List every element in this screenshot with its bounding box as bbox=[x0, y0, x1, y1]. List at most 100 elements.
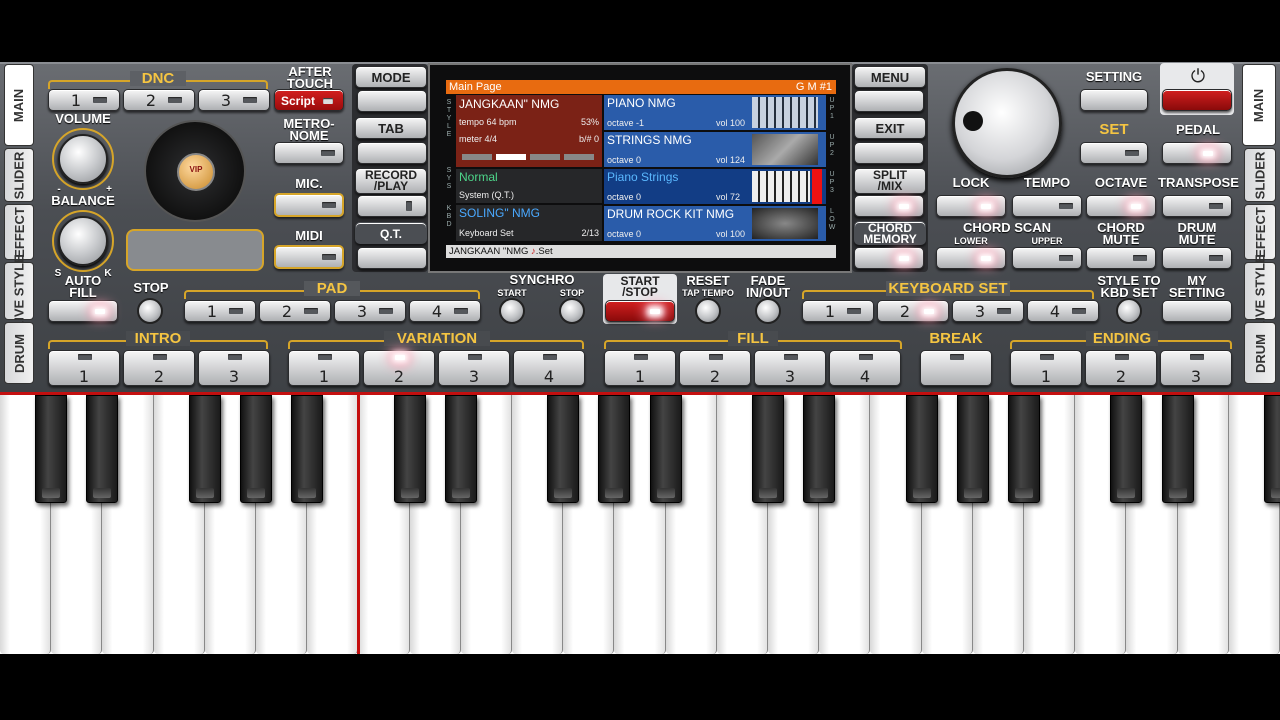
voice-row-up1[interactable]: PIANO NMG octave -1 vol 100 bbox=[604, 95, 826, 130]
intro-button-3[interactable]: 3 bbox=[198, 350, 270, 386]
black-key[interactable] bbox=[35, 395, 68, 503]
pad-button-3[interactable]: 3 bbox=[334, 300, 406, 322]
reset-knob[interactable] bbox=[695, 298, 721, 324]
black-key[interactable] bbox=[956, 395, 989, 503]
record-button[interactable] bbox=[357, 195, 427, 217]
pad-button-2[interactable]: 2 bbox=[259, 300, 331, 322]
black-key[interactable] bbox=[444, 395, 477, 503]
intro-button-1[interactable]: 1 bbox=[48, 350, 120, 386]
black-key[interactable] bbox=[905, 395, 938, 503]
tab-main-right[interactable]: MAIN bbox=[1242, 64, 1276, 146]
style-to-kbd-knob[interactable] bbox=[1116, 298, 1142, 324]
auto-fill-button[interactable] bbox=[48, 300, 118, 322]
set-button[interactable] bbox=[1080, 142, 1148, 164]
tab-drum-left[interactable]: DRUM bbox=[4, 322, 34, 384]
jog-wheel[interactable]: VIP bbox=[144, 120, 246, 222]
black-key[interactable] bbox=[240, 395, 272, 503]
qt-button[interactable] bbox=[357, 247, 427, 269]
ending-button-2[interactable]: 2 bbox=[1085, 350, 1157, 386]
dnc-button-1[interactable]: 1 bbox=[48, 89, 120, 111]
voice-row-low[interactable]: DRUM ROCK KIT NMG octave 0 vol 100 bbox=[604, 206, 826, 241]
break-button[interactable] bbox=[920, 350, 992, 386]
tab-live-style-right[interactable]: LIVE STYLE bbox=[1244, 254, 1276, 328]
tab-slider-right[interactable]: SLIDER bbox=[1244, 148, 1276, 202]
tab-slider-left[interactable]: SLIDER bbox=[4, 148, 34, 202]
variation-button-2[interactable]: 2 bbox=[363, 350, 435, 386]
ending-button-3[interactable]: 3 bbox=[1160, 350, 1232, 386]
touch-pad[interactable] bbox=[126, 229, 264, 271]
keyboard-set-panel[interactable]: SOLING" NMG Keyboard Set 2/13 bbox=[456, 205, 602, 241]
fill-button-3[interactable]: 3 bbox=[754, 350, 826, 386]
mic-button[interactable] bbox=[274, 193, 344, 217]
style-panel[interactable]: JANGKAAN" NMG tempo 64 bpm 53% meter 4/4… bbox=[456, 95, 602, 167]
menu-button[interactable] bbox=[854, 90, 924, 112]
variation-button-1[interactable]: 1 bbox=[288, 350, 360, 386]
chord-scan-lower-button[interactable] bbox=[936, 247, 1006, 269]
black-key[interactable] bbox=[803, 395, 836, 503]
split-mix-button[interactable] bbox=[854, 195, 924, 217]
drum-mute-button[interactable] bbox=[1162, 247, 1232, 269]
system-panel[interactable]: Normal System (Q.T.) bbox=[456, 169, 602, 203]
black-key[interactable] bbox=[188, 395, 221, 503]
black-key[interactable] bbox=[393, 395, 426, 503]
synchro-start-knob[interactable] bbox=[499, 298, 525, 324]
variation-button-4[interactable]: 4 bbox=[513, 350, 585, 386]
black-key[interactable] bbox=[649, 395, 682, 503]
voice-row-up3[interactable]: Piano Strings octave 0 vol 72 bbox=[604, 169, 826, 204]
data-dial[interactable] bbox=[952, 68, 1062, 178]
tab-main-left[interactable]: MAIN bbox=[4, 64, 34, 146]
pad-button-1[interactable]: 1 bbox=[184, 300, 256, 322]
metronome-button[interactable] bbox=[274, 142, 344, 164]
pedal-button[interactable] bbox=[1162, 142, 1232, 164]
tab-effect-left[interactable]: EFFECT bbox=[4, 204, 34, 260]
mode-button[interactable] bbox=[357, 90, 427, 112]
chord-scan-upper-button[interactable] bbox=[1012, 247, 1082, 269]
kbd-set-button-4[interactable]: 4 bbox=[1027, 300, 1099, 322]
fill-button-2[interactable]: 2 bbox=[679, 350, 751, 386]
midi-button[interactable] bbox=[274, 245, 344, 269]
pad-button-4[interactable]: 4 bbox=[409, 300, 481, 322]
balance-knob[interactable] bbox=[58, 216, 108, 266]
black-key[interactable] bbox=[752, 395, 784, 503]
setting-button[interactable] bbox=[1080, 89, 1148, 111]
transpose-button[interactable] bbox=[1162, 195, 1232, 217]
kbd-set-button-1[interactable]: 1 bbox=[802, 300, 874, 322]
chord-mute-button[interactable] bbox=[1086, 247, 1156, 269]
kbd-set-button-3[interactable]: 3 bbox=[952, 300, 1024, 322]
led-indicator bbox=[1209, 203, 1223, 209]
variation-button-3[interactable]: 3 bbox=[438, 350, 510, 386]
black-key[interactable] bbox=[291, 395, 324, 503]
black-key[interactable] bbox=[1264, 395, 1280, 503]
chord-memory-button[interactable] bbox=[854, 247, 924, 269]
script-button[interactable]: Script bbox=[274, 89, 344, 111]
tab-drum-right[interactable]: DRUM bbox=[1244, 322, 1276, 384]
kbd-set-button-2[interactable]: 2 bbox=[877, 300, 949, 322]
black-key[interactable] bbox=[547, 395, 580, 503]
stop-knob[interactable] bbox=[137, 298, 163, 324]
black-key[interactable] bbox=[1110, 395, 1143, 503]
tab-live-style-left[interactable]: LIVE STYLE bbox=[4, 254, 34, 328]
dnc-button-2[interactable]: 2 bbox=[123, 89, 195, 111]
my-setting-button[interactable] bbox=[1162, 300, 1232, 322]
volume-knob[interactable] bbox=[58, 134, 108, 184]
ending-button-1[interactable]: 1 bbox=[1010, 350, 1082, 386]
black-key[interactable] bbox=[86, 395, 119, 503]
dnc-button-3[interactable]: 3 bbox=[198, 89, 270, 111]
black-key[interactable] bbox=[1161, 395, 1194, 503]
power-button[interactable] bbox=[1162, 89, 1232, 111]
fill-button-1[interactable]: 1 bbox=[604, 350, 676, 386]
tempo-button[interactable] bbox=[1012, 195, 1082, 217]
tab-effect-right[interactable]: EFFECT bbox=[1244, 204, 1276, 260]
voice-row-up2[interactable]: STRINGS NMG octave 0 vol 124 bbox=[604, 132, 826, 167]
black-key[interactable] bbox=[598, 395, 631, 503]
start-stop-button[interactable] bbox=[605, 300, 675, 322]
exit-button[interactable] bbox=[854, 142, 924, 164]
fade-knob[interactable] bbox=[755, 298, 781, 324]
octave-button[interactable] bbox=[1086, 195, 1156, 217]
black-key[interactable] bbox=[1008, 395, 1040, 503]
fill-button-4[interactable]: 4 bbox=[829, 350, 901, 386]
synchro-stop-knob[interactable] bbox=[559, 298, 585, 324]
lock-button[interactable] bbox=[936, 195, 1006, 217]
intro-button-2[interactable]: 2 bbox=[123, 350, 195, 386]
tab-button[interactable] bbox=[357, 142, 427, 164]
